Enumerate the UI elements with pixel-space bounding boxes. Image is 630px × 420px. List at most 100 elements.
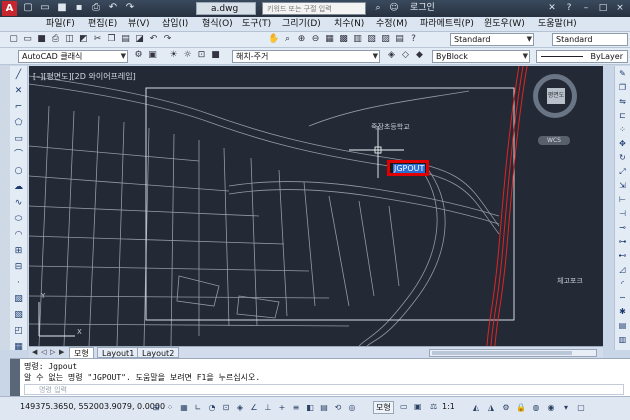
menu-insert[interactable]: 삽입(I) bbox=[162, 18, 188, 31]
last-tab-icon[interactable]: ▶ bbox=[59, 348, 64, 356]
layer-properties-icon[interactable]: ▣ bbox=[147, 50, 158, 61]
snap-icon[interactable]: ⁘ bbox=[164, 402, 176, 414]
ortho-icon[interactable]: ∟ bbox=[192, 402, 204, 414]
fillet-icon[interactable]: ◜ bbox=[616, 277, 629, 290]
annotation-scale[interactable]: 1:1 bbox=[442, 402, 455, 411]
workspace-settings-icon[interactable]: ⚙ bbox=[133, 50, 144, 61]
preview-icon[interactable]: ◫ bbox=[64, 34, 75, 45]
annotation-visibility-icon[interactable]: ◭ bbox=[470, 402, 482, 414]
drawing-quick-view-icon[interactable]: ▣ bbox=[414, 402, 422, 411]
tab-model[interactable]: 모형 bbox=[69, 347, 94, 358]
stretch-icon[interactable]: ⇲ bbox=[616, 179, 629, 192]
make-current-icon[interactable]: ◈ bbox=[386, 50, 397, 61]
text-style-select[interactable]: Standard ▼ bbox=[450, 33, 534, 46]
properties-icon[interactable]: ▤ bbox=[616, 319, 629, 332]
infer-constraints-icon[interactable]: ⊞ bbox=[150, 402, 162, 414]
viewcube[interactable]: 평면도 bbox=[533, 74, 577, 118]
transparency-icon[interactable]: ◧ bbox=[304, 402, 316, 414]
next-tab-icon[interactable]: ▷ bbox=[50, 348, 55, 356]
menu-window[interactable]: 윈도우(W) bbox=[484, 18, 525, 31]
osnap-icon[interactable]: ⊡ bbox=[220, 402, 232, 414]
command-input[interactable]: 명령 입력 bbox=[24, 384, 624, 395]
rectangle-icon[interactable]: ▭ bbox=[12, 132, 26, 146]
layer-previous-icon[interactable]: ◇ bbox=[400, 50, 411, 61]
autocad-logo-icon[interactable]: A bbox=[2, 1, 17, 16]
hardware-acceleration-icon[interactable]: ◍ bbox=[530, 402, 542, 414]
zoom-previous-icon[interactable]: ⊖ bbox=[310, 34, 321, 45]
copy-icon[interactable]: ❐ bbox=[106, 34, 117, 45]
open-icon[interactable]: ▭ bbox=[22, 34, 33, 45]
properties-icon[interactable]: ▦ bbox=[324, 34, 335, 45]
coordinate-display[interactable]: 149375.3650, 552003.9079, 0.0000 bbox=[20, 402, 165, 411]
menu-parametric[interactable]: 파라메트릭(P) bbox=[420, 18, 474, 31]
workspace-switch-icon[interactable]: ⚙ bbox=[500, 402, 512, 414]
command-window-grip[interactable] bbox=[10, 359, 20, 397]
menu-draw[interactable]: 그리기(D) bbox=[282, 18, 321, 31]
save-icon[interactable]: ■ bbox=[36, 34, 47, 45]
search-icon[interactable]: ⌕ bbox=[372, 2, 384, 14]
grid-icon[interactable]: ▦ bbox=[178, 402, 190, 414]
lock-icon[interactable]: ⊡ bbox=[196, 50, 207, 61]
blend-icon[interactable]: ∽ bbox=[616, 291, 629, 304]
insert-block-icon[interactable]: ⊞ bbox=[12, 244, 26, 258]
layer-isolate-icon[interactable]: ◆ bbox=[414, 50, 425, 61]
break-at-point-icon[interactable]: ⊸ bbox=[616, 221, 629, 234]
join-icon[interactable]: ⊷ bbox=[616, 249, 629, 262]
ellipse-icon[interactable]: ⬭ bbox=[12, 212, 26, 226]
drawing-canvas[interactable]: [–][평면도][2D 와이어프레임] 죽장초등학교 체고포크 JGPOUT 평… bbox=[29, 66, 603, 346]
workspace-select[interactable]: AutoCAD 클래식 ▼ bbox=[18, 50, 128, 63]
arc-icon[interactable]: ⌒ bbox=[12, 148, 26, 162]
clean-screen-icon[interactable]: ▢ bbox=[575, 402, 587, 414]
table-icon[interactable]: ▦ bbox=[12, 340, 26, 354]
wcs-menu[interactable]: WCS bbox=[538, 136, 570, 145]
circle-icon[interactable]: ○ bbox=[12, 164, 26, 178]
annotation-monitor-icon[interactable]: ◎ bbox=[346, 402, 358, 414]
user-icon[interactable]: ☺ bbox=[388, 2, 400, 14]
chamfer-icon[interactable]: ◿ bbox=[616, 263, 629, 276]
rotate-icon[interactable]: ↻ bbox=[616, 151, 629, 164]
markup-icon[interactable]: ▨ bbox=[380, 34, 391, 45]
model-space-button[interactable]: 모형 bbox=[373, 401, 394, 414]
redo-icon[interactable]: ↷ bbox=[124, 2, 136, 14]
tab-layout1[interactable]: Layout1 bbox=[97, 347, 140, 358]
point-icon[interactable]: · bbox=[12, 276, 26, 290]
redo-icon[interactable]: ↷ bbox=[162, 34, 173, 45]
menu-file[interactable]: 파일(F) bbox=[46, 18, 75, 31]
save-icon[interactable]: ■ bbox=[56, 2, 68, 14]
zoom-realtime-icon[interactable]: ⌕ bbox=[282, 34, 293, 45]
toolbar-lock-icon[interactable]: 🔒 bbox=[515, 402, 527, 414]
quick-properties-icon[interactable]: ▤ bbox=[318, 402, 330, 414]
extend-icon[interactable]: ⊣ bbox=[616, 207, 629, 220]
help-icon[interactable]: ? bbox=[408, 34, 419, 45]
maximize-icon[interactable]: □ bbox=[597, 2, 609, 14]
dyn-icon[interactable]: + bbox=[276, 402, 288, 414]
sheet-set-icon[interactable]: ▧ bbox=[366, 34, 377, 45]
calculator-icon[interactable]: ▤ bbox=[394, 34, 405, 45]
viewcube-face[interactable]: 평면도 bbox=[547, 88, 565, 104]
undo-icon[interactable]: ↶ bbox=[107, 2, 119, 14]
construction-line-icon[interactable]: ✕ bbox=[12, 84, 26, 98]
scale-icon[interactable]: ⤢ bbox=[616, 165, 629, 178]
scrollbar-thumb[interactable] bbox=[432, 351, 572, 355]
new-icon[interactable]: ▢ bbox=[8, 34, 19, 45]
cut-icon[interactable]: ✂ bbox=[92, 34, 103, 45]
prev-tab-icon[interactable]: ◁ bbox=[41, 348, 46, 356]
layer-select[interactable]: 해치-주거 ▼ bbox=[232, 50, 380, 63]
offset-icon[interactable]: ⊏ bbox=[616, 109, 629, 122]
menu-dimension[interactable]: 치수(N) bbox=[334, 18, 364, 31]
zoom-window-icon[interactable]: ⊕ bbox=[296, 34, 307, 45]
ducs-icon[interactable]: ⊥ bbox=[262, 402, 274, 414]
new-file-icon[interactable]: ▢ bbox=[22, 2, 34, 14]
pan-icon[interactable]: ✋ bbox=[268, 34, 279, 45]
login-link[interactable]: 로그인 bbox=[410, 2, 435, 15]
viewport-controls-label[interactable]: [–][평면도][2D 와이어프레임] bbox=[33, 71, 136, 82]
color-select[interactable]: ByBlock ▼ bbox=[432, 50, 530, 63]
sun-icon[interactable]: ☼ bbox=[182, 50, 193, 61]
lineweight-icon[interactable]: ≡ bbox=[290, 402, 302, 414]
polygon-icon[interactable]: ⬠ bbox=[12, 116, 26, 130]
menu-help[interactable]: 도움말(H) bbox=[538, 18, 577, 31]
save-as-icon[interactable]: ▪ bbox=[73, 2, 85, 14]
exchange-icon[interactable]: ✕ bbox=[546, 2, 558, 14]
otrack-icon[interactable]: ∠ bbox=[248, 402, 260, 414]
spline-icon[interactable]: ∿ bbox=[12, 196, 26, 210]
